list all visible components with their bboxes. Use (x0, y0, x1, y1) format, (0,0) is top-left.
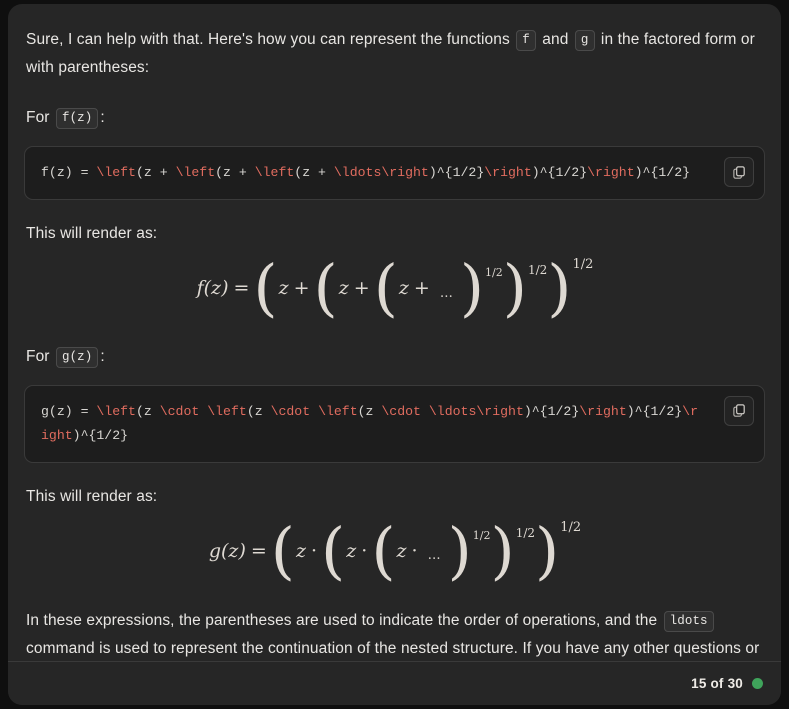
inline-code-g: g (574, 30, 595, 51)
math-group-middle-f: ( z + ( z + … ) 1/2 ) 1/2 (313, 251, 548, 324)
math-var-f-1: z (278, 277, 289, 300)
intro-paragraph: Sure, I can help with that. Here's how y… (24, 26, 765, 82)
math-var-f-2: z (338, 277, 349, 300)
math-ldots-g: … (427, 548, 442, 564)
code-block-g: g(z) = \left(z \cdot \left(z \cdot \left… (24, 384, 765, 463)
math-op-g-2: · (361, 539, 368, 562)
math-var-g-3: z (396, 539, 407, 562)
code-block-f: f(z) = \left(z + \left(z + \left(z + \ld… (24, 146, 765, 200)
math-equals-g: = (250, 539, 267, 562)
message-counter: 15 of 30 (691, 676, 743, 691)
for-colon-g: : (100, 347, 105, 365)
math-op-g-1: · (311, 539, 318, 562)
message-footer: 15 of 30 (8, 661, 781, 705)
intro-text-and: and (542, 31, 569, 48)
for-word-g: For (26, 347, 50, 365)
math-op-g-3: · (411, 539, 418, 562)
inline-code-f: f (516, 30, 536, 51)
inline-code-fz: f(z) (55, 108, 99, 129)
paren-open-inner-f: ( (373, 251, 398, 324)
math-var-g-1: z (295, 539, 306, 562)
status-indicator-dot (752, 678, 763, 689)
math-expression-f: f(z) = ( z + ( z + ( z + …) 1/2) 1/2)… (196, 251, 594, 324)
math-lhs-g: g(z) (208, 539, 246, 562)
math-op-f-2: + (353, 277, 370, 300)
closing-text-before: In these expressions, the parentheses ar… (26, 612, 658, 630)
math-equals-f: = (233, 277, 250, 300)
math-group-outer-g: ( z · ( z · ( z · … ) 1/2) 1/2) 1/2 (270, 513, 581, 587)
render-label-g: This will render as: (26, 487, 158, 505)
math-var-f-3: z (398, 277, 409, 300)
copy-button-f[interactable] (724, 157, 754, 187)
math-exponent-middle-g: 1/2 (515, 525, 535, 540)
math-group-middle-g: ( z · ( z · … ) 1/2 ) 1/2 (321, 513, 535, 587)
math-expression-g: g(z) = ( z · ( z · ( z · …) 1/2) 1/2)… (208, 513, 581, 587)
code-content-f[interactable]: f(z) = \left(z + \left(z + \left(z + \ld… (41, 161, 700, 185)
paren-open-middle-g: ( (321, 513, 346, 587)
paren-open-middle-f: ( (313, 251, 338, 324)
paren-close-inner-f: ) (459, 251, 485, 324)
chat-message-panel: Sure, I can help with that. Here's how y… (8, 4, 781, 705)
code-content-g[interactable]: g(z) = \left(z \cdot \left(z \cdot \left… (41, 400, 700, 448)
math-exponent-middle-f: 1/2 (527, 263, 548, 277)
math-exponent-inner-g: 1/2 (472, 528, 491, 542)
math-exponent-inner-f: 1/2 (485, 266, 503, 279)
math-ldots-f: … (439, 285, 454, 301)
paren-close-middle-f: ) (502, 251, 527, 324)
for-f-label: For f(z): (24, 104, 765, 132)
intro-text-before: Sure, I can help with that. Here's how y… (26, 31, 510, 48)
inline-code-gz: g(z) (55, 346, 99, 368)
copy-icon (732, 165, 747, 180)
math-group-inner-g: ( z · … ) 1/2 (371, 513, 491, 587)
paren-open-outer-f: ( (253, 251, 278, 324)
math-group-outer-f: ( z + ( z + ( z + … ) 1/2) 1/2) 1/2 (253, 251, 593, 324)
inline-code-ldots: ldots (663, 611, 714, 633)
for-colon-f: : (100, 109, 105, 126)
render-label-f: This will render as: (26, 225, 158, 242)
math-group-inner-f: ( z + … ) 1/2 (373, 251, 503, 324)
copy-button-g[interactable] (724, 395, 754, 426)
paren-open-inner-g: ( (371, 513, 396, 587)
math-exponent-outer-g: 1/2 (560, 519, 582, 535)
paren-close-inner-g: ) (447, 513, 472, 587)
math-var-g-2: z (346, 539, 357, 562)
paren-close-outer-g: ) (535, 513, 560, 587)
message-scroll-area[interactable]: Sure, I can help with that. Here's how y… (8, 4, 781, 705)
rendered-math-g: g(z) = ( z · ( z · ( z · …) 1/2) 1/2)… (24, 513, 765, 587)
math-op-f-1: + (293, 277, 310, 300)
math-lhs-f: f(z) (196, 277, 229, 300)
paren-close-outer-f: ) (547, 251, 572, 324)
copy-icon (732, 403, 747, 418)
rendered-math-f: f(z) = ( z + ( z + ( z + …) 1/2) 1/2)… (24, 251, 765, 324)
for-word-f: For (26, 109, 50, 126)
math-exponent-outer-f: 1/2 (572, 257, 594, 272)
for-g-label: For g(z): (24, 343, 765, 371)
paren-open-outer-g: ( (270, 513, 295, 587)
paren-close-middle-g: ) (490, 513, 515, 587)
math-op-f-3: + (413, 277, 430, 300)
